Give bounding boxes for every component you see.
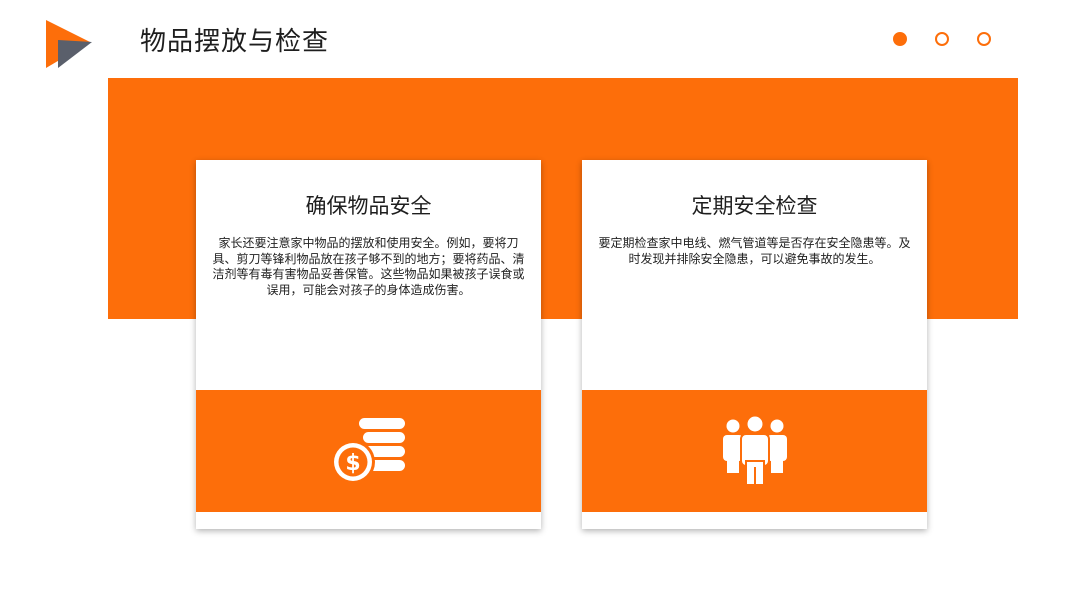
page-title: 物品摆放与检查 bbox=[140, 27, 330, 57]
pager-dot-1[interactable] bbox=[893, 32, 907, 46]
card-title: 定期安全检查 bbox=[691, 194, 818, 218]
card-title: 确保物品安全 bbox=[305, 194, 432, 218]
card-ensure-item-safety: 确保物品安全 家长还要注意家中物品的摆放和使用安全。例如，要将刀具、剪刀等锋利物… bbox=[196, 160, 541, 529]
card-regular-safety-check: 定期安全检查 要定期检查家中电线、燃气管道等是否存在安全隐患等。及时发现并排除安… bbox=[582, 160, 927, 529]
card-description: 家长还要注意家中物品的摆放和使用安全。例如，要将刀具、剪刀等锋利物品放在孩子够不… bbox=[212, 236, 525, 297]
card-description: 要定期检查家中电线、燃气管道等是否存在安全隐患等。及时发现并排除安全隐患，可以避… bbox=[598, 236, 911, 266]
pager-dot-3[interactable] bbox=[977, 32, 991, 46]
play-arrow-logo-icon bbox=[46, 20, 92, 68]
coin-stack-dollar-icon: $ bbox=[330, 418, 405, 484]
people-group-icon bbox=[722, 415, 787, 486]
slide-pager bbox=[893, 32, 991, 46]
card-icon-band: $ bbox=[196, 390, 541, 512]
svg-text:$: $ bbox=[345, 451, 360, 476]
card-icon-band bbox=[582, 390, 927, 512]
logo bbox=[44, 20, 94, 70]
pager-dot-2[interactable] bbox=[935, 32, 949, 46]
